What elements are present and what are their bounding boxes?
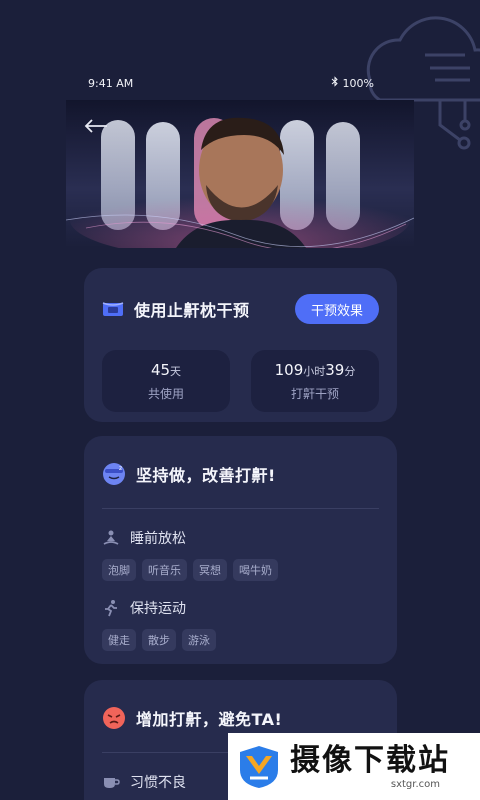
arrow-left-icon bbox=[84, 119, 107, 133]
section-title: 保持运动 bbox=[130, 601, 186, 617]
running-icon bbox=[105, 600, 117, 617]
meditation-icon bbox=[103, 530, 119, 545]
pillow-icon bbox=[102, 302, 124, 316]
tag-meditate[interactable]: 冥想 bbox=[193, 559, 227, 581]
svg-text:z: z bbox=[119, 465, 122, 472]
back-button[interactable] bbox=[82, 112, 110, 140]
stat-snore-intervention: 109小时39分 打鼾干预 bbox=[251, 350, 379, 412]
keep-doing-card: z 坚持做，改善打鼾! 睡前放松 泡脚 听音乐 冥想 喝牛奶 保持运动 健走 散… bbox=[84, 436, 397, 664]
site-watermark: 摄像下载站 sxtgr.com bbox=[228, 733, 480, 800]
section-relax: 睡前放松 泡脚 听音乐 冥想 喝牛奶 bbox=[84, 523, 397, 581]
stat-usage-days: 45天 共使用 bbox=[102, 350, 230, 412]
divider bbox=[102, 508, 379, 509]
stat-unit: 天 bbox=[170, 365, 182, 378]
battery-level: 100% bbox=[342, 76, 374, 90]
watermark-logo bbox=[240, 745, 278, 788]
status-bar: 9:41 AM 100% bbox=[66, 70, 396, 96]
stat-unit: 小时 bbox=[303, 365, 326, 378]
tag-foot-soak[interactable]: 泡脚 bbox=[102, 559, 136, 581]
keep-doing-title: 坚持做，改善打鼾! bbox=[136, 466, 276, 485]
stat-value: 109 bbox=[274, 361, 304, 379]
tag-music[interactable]: 听音乐 bbox=[142, 559, 187, 581]
tag-brisk-walk[interactable]: 健走 bbox=[102, 629, 136, 651]
avoid-title: 增加打鼾，避免TA! bbox=[136, 710, 283, 729]
section-title: 睡前放松 bbox=[130, 531, 186, 547]
status-time: 9:41 AM bbox=[88, 76, 134, 90]
watermark-title: 摄像下载站 bbox=[290, 743, 450, 778]
tag-stroll[interactable]: 散步 bbox=[142, 629, 176, 651]
cup-icon bbox=[104, 778, 120, 788]
tag-milk[interactable]: 喝牛奶 bbox=[233, 559, 278, 581]
stat-value-2: 39 bbox=[325, 361, 345, 379]
intervention-effect-button[interactable]: 干预效果 bbox=[294, 294, 379, 324]
intervention-card: 使用止鼾枕干预 干预效果 45天 共使用 109小时39分 打鼾干预 bbox=[84, 268, 397, 422]
hero-image bbox=[66, 100, 414, 248]
angry-face-icon bbox=[103, 707, 125, 729]
section-exercise: 保持运动 健走 散步 游泳 bbox=[84, 593, 397, 651]
stat-label: 共使用 bbox=[147, 387, 184, 401]
tag-swim[interactable]: 游泳 bbox=[182, 629, 216, 651]
stat-unit-2: 分 bbox=[344, 365, 356, 378]
watermark-url: sxtgr.com bbox=[390, 779, 440, 790]
section-title: 习惯不良 bbox=[130, 775, 186, 791]
intervention-title: 使用止鼾枕干预 bbox=[134, 301, 250, 320]
stat-label: 打鼾干预 bbox=[290, 387, 339, 401]
sleep-face-icon: z bbox=[103, 463, 125, 485]
stat-value: 45 bbox=[150, 361, 171, 379]
bluetooth-icon bbox=[331, 76, 339, 90]
